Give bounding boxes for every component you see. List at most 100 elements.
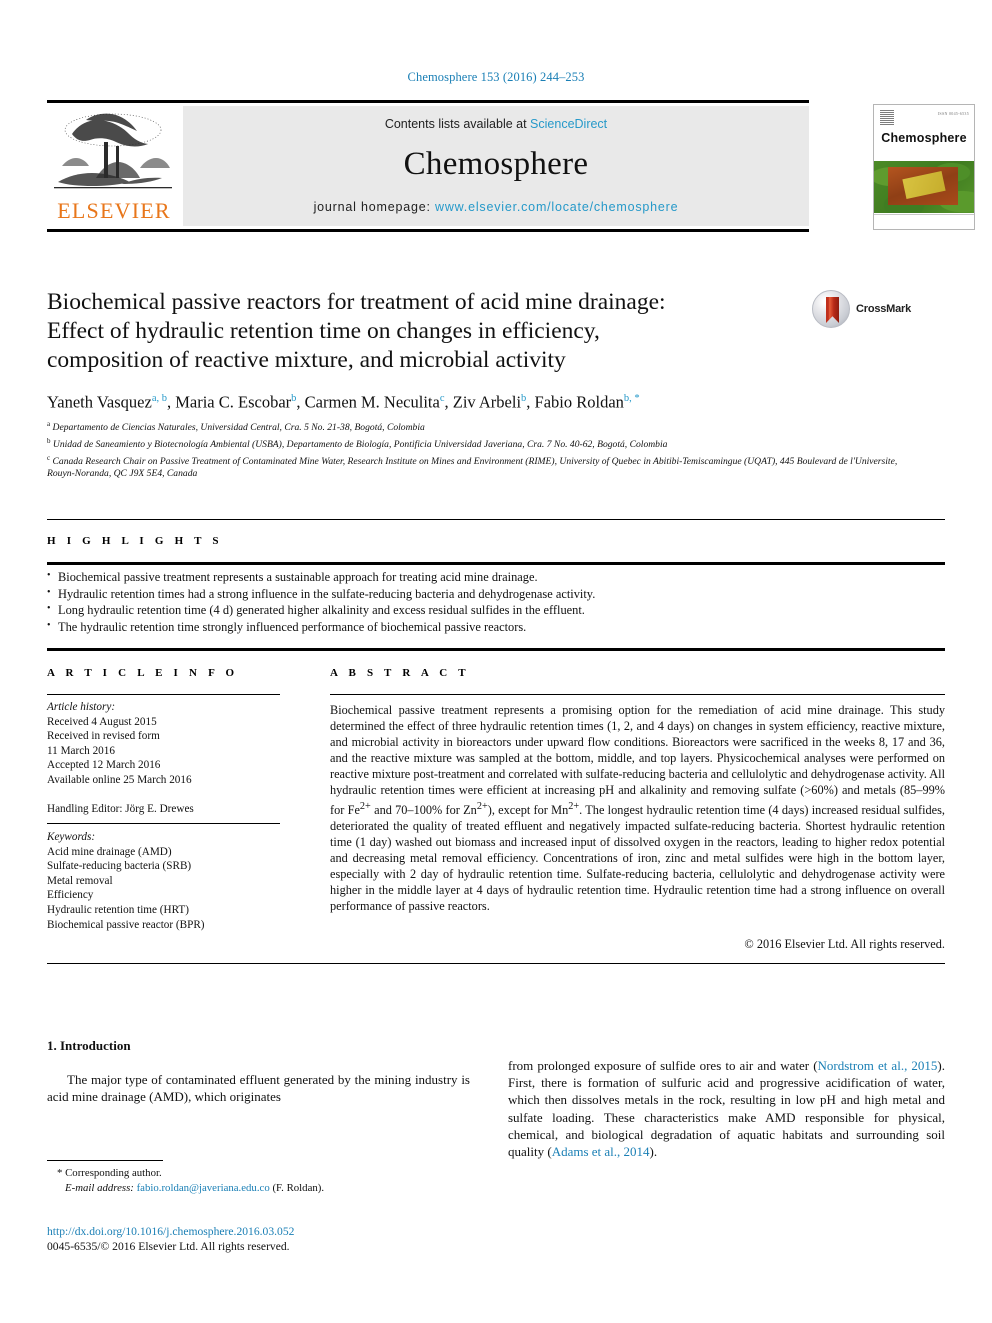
list-item: Long hydraulic retention time (4 d) gene… bbox=[47, 601, 945, 619]
email-label: E-mail address: bbox=[65, 1181, 134, 1194]
journal-cover-thumbnail: ISSN 0045-6535 Chemosphere bbox=[873, 104, 975, 230]
elsevier-wordmark: ELSEVIER bbox=[57, 198, 171, 223]
contents-prefix: Contents lists available at bbox=[384, 117, 531, 131]
email-line: E-mail address: fabio.roldan@javeriana.e… bbox=[47, 1181, 470, 1196]
elsevier-tree-icon bbox=[54, 113, 172, 189]
info-abstract-bottom-rule bbox=[47, 963, 945, 964]
abstract-sup-fe: 2+ bbox=[359, 800, 371, 812]
crossmark-circle-icon bbox=[812, 290, 850, 328]
sciencedirect-link[interactable]: ScienceDirect bbox=[530, 117, 607, 131]
cover-footer-strip bbox=[874, 214, 974, 229]
author-name: Maria C. Escobar bbox=[175, 392, 292, 412]
keywords-rule bbox=[47, 823, 280, 824]
paper-page: Chemosphere 153 (2016) 244–253 ELSEVIER … bbox=[0, 0, 992, 1323]
affiliation-item: a Departamento de Ciencias Naturales, Un… bbox=[47, 418, 927, 435]
list-item: The hydraulic retention time strongly in… bbox=[47, 618, 945, 636]
abstract-text: Biochemical passive treatment represents… bbox=[330, 702, 945, 914]
affiliation-list: a Departamento de Ciencias Naturales, Un… bbox=[47, 418, 927, 481]
page-title: Biochemical passive reactors for treatme… bbox=[47, 288, 787, 375]
affiliation-item: b Unidad de Saneamiento y Biotecnología … bbox=[47, 435, 927, 452]
body-column-right: from prolonged exposure of sulfide ores … bbox=[508, 1057, 945, 1160]
author-sep: , bbox=[166, 392, 176, 412]
affiliation-text: Canada Research Chair on Passive Treatme… bbox=[47, 455, 898, 480]
journal-homepage-line: journal homepage: www.elsevier.com/locat… bbox=[183, 200, 809, 214]
keyword-item: Efficiency bbox=[47, 889, 94, 902]
author-name: Fabio Roldan bbox=[534, 392, 624, 412]
abstract-rule bbox=[330, 694, 945, 695]
footnote-block: * Corresponding author. E-mail address: … bbox=[47, 1166, 470, 1195]
citation-link-nordstrom[interactable]: Nordstrom et al., 2015 bbox=[818, 1058, 938, 1073]
author-affil-marks: a, b bbox=[151, 393, 167, 404]
keyword-item: Biochemical passive reactor (BPR) bbox=[47, 918, 205, 931]
handling-editor: Handling Editor: Jörg E. Drewes bbox=[47, 802, 194, 815]
keyword-item: Hydraulic retention time (HRT) bbox=[47, 903, 189, 916]
list-item: Biochemical passive treatment represents… bbox=[47, 568, 945, 586]
abstract-sup-zn: 2+ bbox=[476, 800, 488, 812]
masthead-top-rule bbox=[47, 100, 809, 103]
intro-paragraph-right: from prolonged exposure of sulfide ores … bbox=[508, 1057, 945, 1160]
masthead-bottom-rule bbox=[47, 229, 809, 232]
author-sep: , bbox=[526, 392, 535, 412]
elsevier-logo: ELSEVIER bbox=[47, 106, 180, 226]
intro-right-part-c: ). bbox=[649, 1144, 658, 1160]
homepage-prefix: journal homepage: bbox=[313, 200, 436, 214]
email-link[interactable]: fabio.roldan@javeriana.edu.co bbox=[137, 1182, 270, 1194]
cover-journal-name: Chemosphere bbox=[881, 131, 967, 145]
title-line-3: composition of reactive mixture, and mic… bbox=[47, 347, 566, 373]
author-name: Yaneth Vasquez bbox=[47, 392, 152, 412]
abstract-sup-mn: 2+ bbox=[568, 800, 580, 812]
abstract-part-4: . The longest hydraulic retention time (… bbox=[330, 802, 945, 914]
corresponding-author-line: * Corresponding author. bbox=[47, 1166, 470, 1181]
history-item: Accepted 12 March 2016 bbox=[47, 759, 161, 772]
crossmark-badge[interactable]: CrossMark bbox=[812, 290, 932, 332]
section-heading-introduction: 1. Introduction bbox=[47, 1038, 131, 1053]
footnote-rule bbox=[47, 1160, 163, 1161]
masthead-center-panel: Contents lists available at ScienceDirec… bbox=[183, 106, 809, 226]
history-item: Received in revised form bbox=[47, 730, 160, 743]
history-item: Received 4 August 2015 bbox=[47, 715, 157, 728]
article-info-heading: A R T I C L E I N F O bbox=[47, 667, 239, 679]
intro-paragraph-left: The major type of contaminated effluent … bbox=[47, 1072, 470, 1105]
journal-masthead: ELSEVIER Contents lists available at Sci… bbox=[47, 100, 975, 232]
corresponding-label: Corresponding author. bbox=[65, 1167, 162, 1179]
highlights-rule bbox=[47, 562, 945, 565]
history-spacer bbox=[47, 788, 293, 802]
contents-available-line: Contents lists available at ScienceDirec… bbox=[183, 117, 809, 131]
keyword-item: Metal removal bbox=[47, 874, 113, 887]
article-info-rule bbox=[47, 694, 280, 695]
email-owner: (F. Roldan). bbox=[272, 1181, 325, 1194]
author-sep: , bbox=[444, 392, 453, 412]
body-column-left: 1. Introduction The major type of contam… bbox=[47, 1038, 470, 1105]
abstract-copyright: © 2016 Elsevier Ltd. All rights reserved… bbox=[744, 937, 945, 951]
citation-link-adams[interactable]: Adams et al., 2014 bbox=[552, 1144, 650, 1159]
history-item: 11 March 2016 bbox=[47, 744, 115, 757]
affiliation-mark: a bbox=[47, 420, 51, 428]
keywords-block: Keywords: Acid mine drainage (AMD) Sulfa… bbox=[47, 830, 293, 932]
homepage-url-link[interactable]: www.elsevier.com/locate/chemosphere bbox=[435, 200, 678, 214]
title-line-2: Effect of hydraulic retention time on ch… bbox=[47, 318, 600, 344]
author-affil-marks: b, * bbox=[623, 393, 640, 404]
article-history-block: Article history: Received 4 August 2015 … bbox=[47, 700, 293, 816]
article-history-label: Article history: bbox=[47, 701, 116, 713]
highlights-heading: H I G H L I G H T S bbox=[47, 535, 223, 547]
author-sep: , bbox=[296, 392, 305, 412]
intro-right-part-a: from prolonged exposure of sulfide ores … bbox=[508, 1058, 818, 1073]
journal-title: Chemosphere bbox=[403, 146, 589, 182]
crossmark-bookmark-icon bbox=[826, 297, 839, 323]
abstract-part-1: Biochemical passive treatment represents… bbox=[330, 703, 945, 817]
crossmark-label: CrossMark bbox=[856, 303, 912, 315]
abstract-heading: A B S T R A C T bbox=[330, 667, 470, 679]
highlights-list: Biochemical passive treatment represents… bbox=[47, 568, 945, 636]
doi-link[interactable]: http://dx.doi.org/10.1016/j.chemosphere.… bbox=[47, 1224, 497, 1240]
list-item: Hydraulic retention times had a strong i… bbox=[47, 585, 945, 603]
affiliation-text: Unidad de Saneamiento y Biotecnología Am… bbox=[52, 438, 668, 450]
keyword-item: Sulfate-reducing bacteria (SRB) bbox=[47, 860, 192, 873]
affiliation-text: Departamento de Ciencias Naturales, Univ… bbox=[52, 422, 425, 434]
abstract-part-2: and 70–100% for Zn bbox=[370, 802, 477, 817]
history-item: Available online 25 March 2016 bbox=[47, 773, 192, 786]
title-line-1: Biochemical passive reactors for treatme… bbox=[47, 289, 666, 315]
affiliation-mark: c bbox=[47, 453, 51, 462]
running-head: Chemosphere 153 (2016) 244–253 bbox=[407, 70, 585, 84]
cover-artwork bbox=[874, 161, 974, 213]
abstract-part-3: ), except for Mn bbox=[487, 802, 569, 817]
